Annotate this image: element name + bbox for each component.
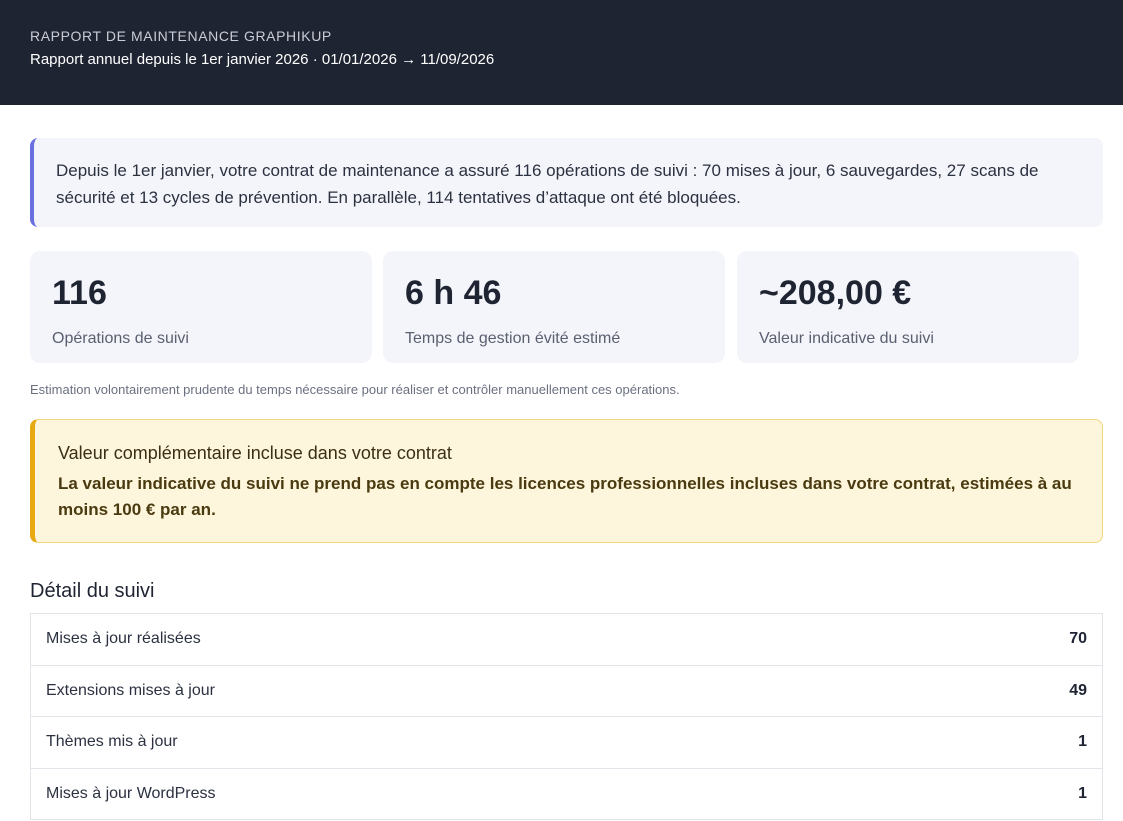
stat-card-time-saved: 6 h 46 Temps de gestion évité estimé <box>383 251 725 363</box>
detail-table: Mises à jour réalisées 70 Extensions mis… <box>30 613 1103 820</box>
row-label: Mises à jour WordPress <box>46 784 216 802</box>
report-eyebrow: RAPPORT DE MAINTENANCE GRAPHIKUP <box>30 28 332 44</box>
row-label: Extensions mises à jour <box>46 681 215 699</box>
table-row: Mises à jour WordPress 1 <box>31 769 1102 820</box>
stat-value: 6 h 46 <box>405 274 502 312</box>
table-row: Extensions mises à jour 49 <box>31 666 1102 717</box>
stat-label: Valeur indicative du suivi <box>759 330 934 347</box>
row-value: 1 <box>1078 784 1087 802</box>
stat-label: Temps de gestion évité estimé <box>405 330 621 347</box>
callout-body: La valeur indicative du suivi ne prend p… <box>58 474 1072 519</box>
stat-value: 116 <box>52 274 107 312</box>
stat-card-operations: 116 Opérations de suivi <box>30 251 372 363</box>
stat-card-value: ~208,00 € Valeur indicative du suivi <box>737 251 1079 363</box>
table-row: Mises à jour réalisées 70 <box>31 614 1102 666</box>
stat-label: Opérations de suivi <box>52 330 189 347</box>
summary-box: Depuis le 1er janvier, votre contrat de … <box>30 138 1103 227</box>
row-label: Mises à jour réalisées <box>46 630 201 648</box>
report-header: RAPPORT DE MAINTENANCE GRAPHIKUP Rapport… <box>0 0 1123 105</box>
row-value: 1 <box>1078 733 1087 751</box>
stat-value: ~208,00 € <box>759 274 912 312</box>
row-value: 70 <box>1069 630 1087 648</box>
row-label: Thèmes mis à jour <box>46 733 178 751</box>
detail-section-title: Détail du suivi <box>30 580 155 602</box>
estimate-note: Estimation volontairement prudente du te… <box>30 382 680 397</box>
report-subtitle: Rapport annuel depuis le 1er janvier 202… <box>30 51 495 68</box>
callout-title: Valeur complémentaire incluse dans votre… <box>58 443 452 463</box>
included-value-callout: Valeur complémentaire incluse dans votre… <box>30 419 1103 543</box>
row-value: 49 <box>1069 681 1087 699</box>
table-row: Thèmes mis à jour 1 <box>31 717 1102 769</box>
